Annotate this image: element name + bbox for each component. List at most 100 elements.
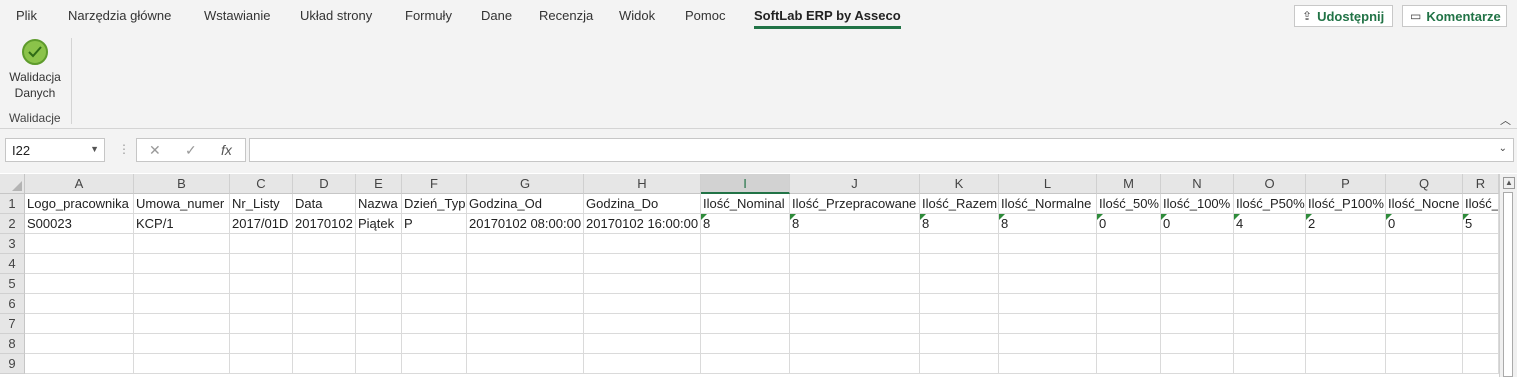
row-header-8[interactable]: 8: [0, 334, 25, 354]
tab-plik[interactable]: Plik: [16, 8, 37, 23]
row-header-7[interactable]: 7: [0, 314, 25, 334]
cell-n9[interactable]: [1161, 354, 1234, 374]
cell-f3[interactable]: [402, 234, 467, 254]
share-button[interactable]: ⇪ Udostępnij: [1294, 5, 1393, 27]
cell-j9[interactable]: [790, 354, 920, 374]
cell-j1[interactable]: Ilość_Przepracowane: [790, 194, 920, 214]
cell-q7[interactable]: [1386, 314, 1463, 334]
cancel-icon[interactable]: ✕: [149, 142, 161, 159]
cell-j6[interactable]: [790, 294, 920, 314]
cell-m9[interactable]: [1097, 354, 1161, 374]
cell-q2[interactable]: 0: [1386, 214, 1463, 234]
cell-k5[interactable]: [920, 274, 999, 294]
row-header-3[interactable]: 3: [0, 234, 25, 254]
cell-f9[interactable]: [402, 354, 467, 374]
cell-k7[interactable]: [920, 314, 999, 334]
cell-h8[interactable]: [584, 334, 701, 354]
cell-d5[interactable]: [293, 274, 356, 294]
scroll-up-icon[interactable]: ▲: [1503, 177, 1515, 189]
cell-d9[interactable]: [293, 354, 356, 374]
cell-q8[interactable]: [1386, 334, 1463, 354]
cell-r6[interactable]: [1463, 294, 1499, 314]
cell-o7[interactable]: [1234, 314, 1306, 334]
cell-c7[interactable]: [230, 314, 293, 334]
cell-d8[interactable]: [293, 334, 356, 354]
cell-a8[interactable]: [25, 334, 134, 354]
insert-function-icon[interactable]: fx: [221, 142, 232, 158]
cell-k1[interactable]: Ilość_Razem: [920, 194, 999, 214]
tab-formulas[interactable]: Formuły: [405, 8, 452, 23]
vertical-scrollbar[interactable]: ▲: [1499, 174, 1517, 377]
column-header-b[interactable]: B: [134, 174, 230, 194]
cell-c5[interactable]: [230, 274, 293, 294]
cell-c9[interactable]: [230, 354, 293, 374]
cell-a5[interactable]: [25, 274, 134, 294]
cell-p5[interactable]: [1306, 274, 1386, 294]
cell-d4[interactable]: [293, 254, 356, 274]
tab-help[interactable]: Pomoc: [685, 8, 725, 23]
cell-n1[interactable]: Ilość_100%: [1161, 194, 1234, 214]
cell-h6[interactable]: [584, 294, 701, 314]
cell-k6[interactable]: [920, 294, 999, 314]
collapse-ribbon-icon[interactable]: ︿: [1500, 112, 1511, 128]
cell-b2[interactable]: KCP/1: [134, 214, 230, 234]
tab-softlab-erp[interactable]: SoftLab ERP by Asseco: [754, 8, 901, 29]
column-header-n[interactable]: N: [1161, 174, 1234, 194]
cell-r7[interactable]: [1463, 314, 1499, 334]
column-header-d[interactable]: D: [293, 174, 356, 194]
cell-l3[interactable]: [999, 234, 1097, 254]
cell-m1[interactable]: Ilość_50%: [1097, 194, 1161, 214]
tab-review[interactable]: Recenzja: [539, 8, 593, 23]
cell-m4[interactable]: [1097, 254, 1161, 274]
cell-n7[interactable]: [1161, 314, 1234, 334]
cell-b1[interactable]: Umowa_numer: [134, 194, 230, 214]
cell-n6[interactable]: [1161, 294, 1234, 314]
tab-page-layout[interactable]: Układ strony: [300, 8, 372, 23]
cell-j2[interactable]: 8: [790, 214, 920, 234]
cell-n2[interactable]: 0: [1161, 214, 1234, 234]
cell-l8[interactable]: [999, 334, 1097, 354]
cell-d6[interactable]: [293, 294, 356, 314]
cell-n3[interactable]: [1161, 234, 1234, 254]
cell-n8[interactable]: [1161, 334, 1234, 354]
column-header-m[interactable]: M: [1097, 174, 1161, 194]
cell-f1[interactable]: Dzień_Typ: [402, 194, 467, 214]
cell-l7[interactable]: [999, 314, 1097, 334]
tab-view[interactable]: Widok: [619, 8, 655, 23]
cell-i1[interactable]: Ilość_Nominal: [701, 194, 790, 214]
cell-b7[interactable]: [134, 314, 230, 334]
cell-e4[interactable]: [356, 254, 402, 274]
cell-p3[interactable]: [1306, 234, 1386, 254]
column-header-f[interactable]: F: [402, 174, 467, 194]
cell-g4[interactable]: [467, 254, 584, 274]
cell-o9[interactable]: [1234, 354, 1306, 374]
cell-m5[interactable]: [1097, 274, 1161, 294]
column-header-c[interactable]: C: [230, 174, 293, 194]
column-header-o[interactable]: O: [1234, 174, 1306, 194]
cell-f2[interactable]: P: [402, 214, 467, 234]
cell-o8[interactable]: [1234, 334, 1306, 354]
cell-k3[interactable]: [920, 234, 999, 254]
column-header-i[interactable]: I: [701, 174, 790, 194]
cell-r9[interactable]: [1463, 354, 1499, 374]
cell-e3[interactable]: [356, 234, 402, 254]
scroll-thumb[interactable]: [1503, 192, 1513, 377]
cell-h9[interactable]: [584, 354, 701, 374]
cell-p1[interactable]: Ilość_P100%: [1306, 194, 1386, 214]
cell-f6[interactable]: [402, 294, 467, 314]
formula-input[interactable]: ⌄: [249, 138, 1514, 162]
cell-k2[interactable]: 8: [920, 214, 999, 234]
cell-p9[interactable]: [1306, 354, 1386, 374]
cell-b4[interactable]: [134, 254, 230, 274]
cell-i5[interactable]: [701, 274, 790, 294]
cell-p2[interactable]: 2: [1306, 214, 1386, 234]
cell-o4[interactable]: [1234, 254, 1306, 274]
cell-c8[interactable]: [230, 334, 293, 354]
cell-e6[interactable]: [356, 294, 402, 314]
cell-f4[interactable]: [402, 254, 467, 274]
cell-f5[interactable]: [402, 274, 467, 294]
cell-p6[interactable]: [1306, 294, 1386, 314]
cell-l1[interactable]: Ilość_Normalne: [999, 194, 1097, 214]
select-all-button[interactable]: [0, 174, 25, 194]
cell-g7[interactable]: [467, 314, 584, 334]
